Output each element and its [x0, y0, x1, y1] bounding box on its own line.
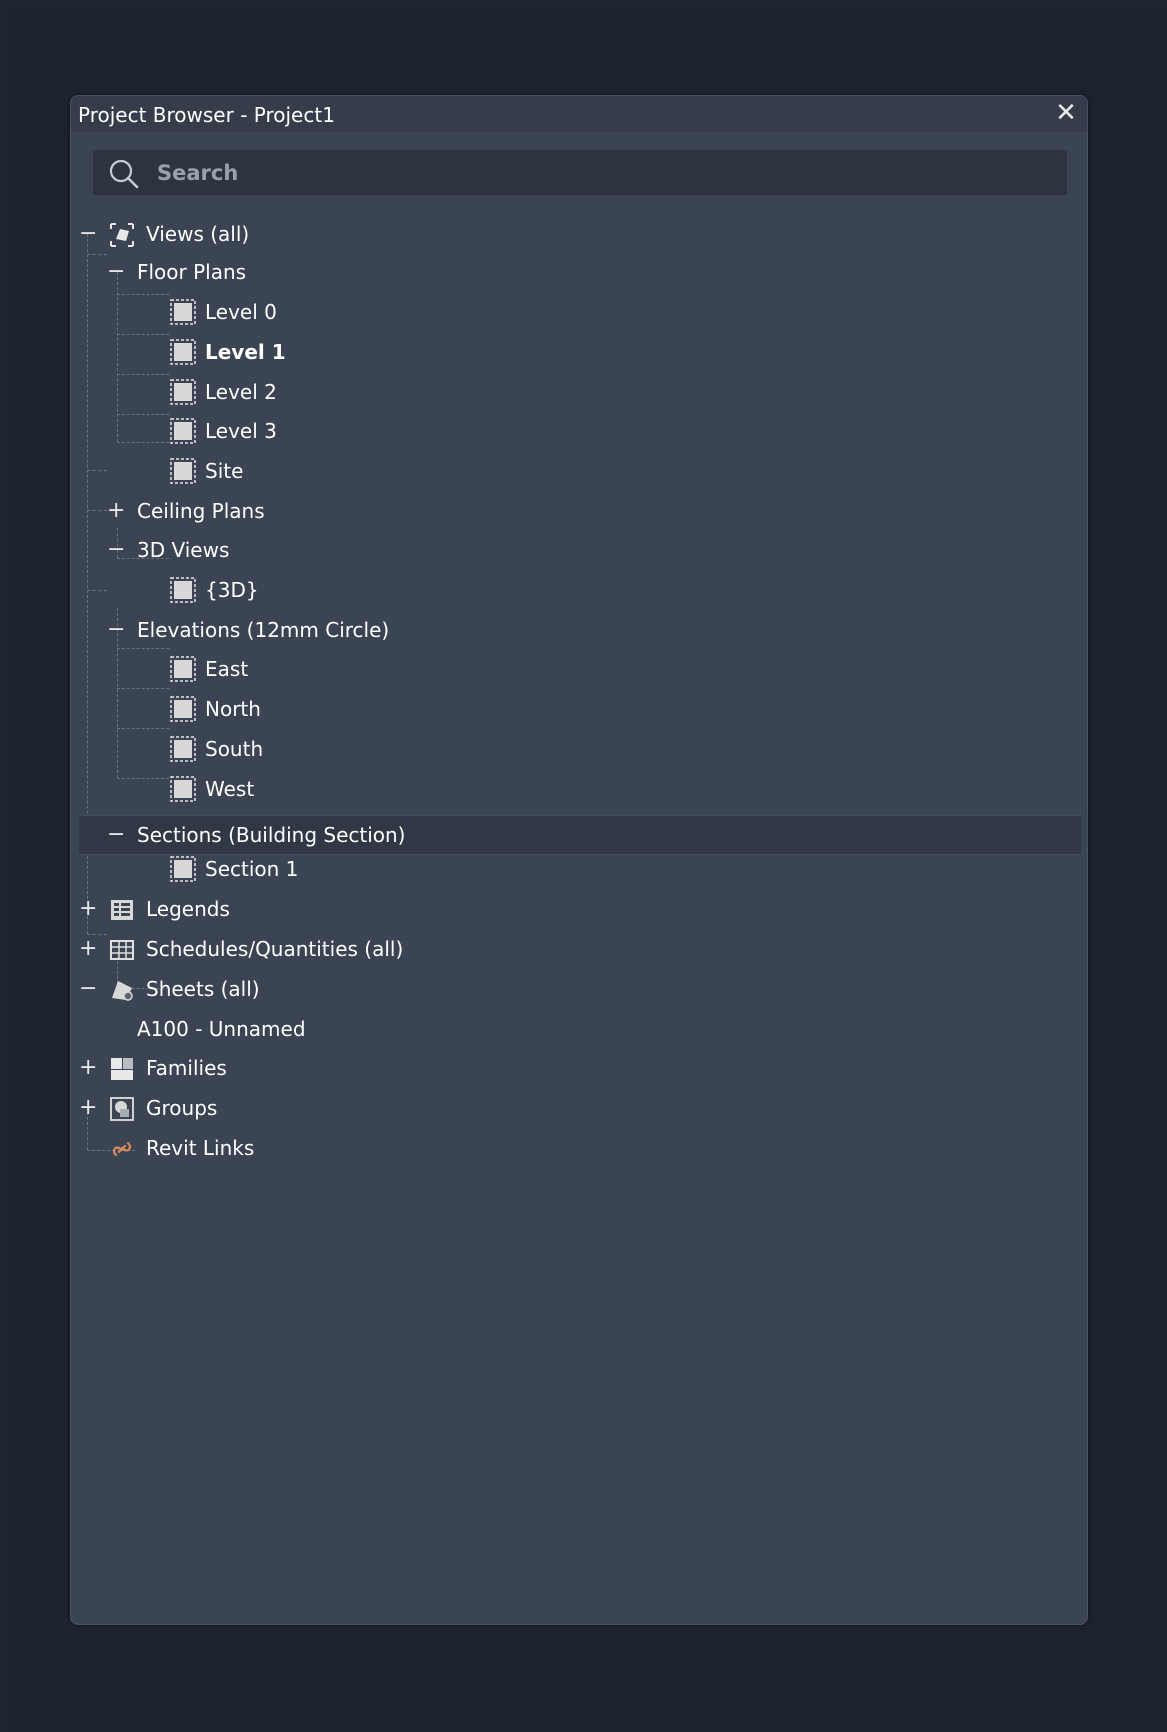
tree-item-views-all[interactable]: − Views (all) [71, 215, 1087, 255]
view-icon [170, 656, 196, 682]
tree-item-label: Level 0 [205, 300, 277, 324]
tree-item-sections[interactable]: − Sections (Building Section) [79, 815, 1081, 855]
tree-item-level-2[interactable]: Level 2 [71, 373, 1087, 413]
tree-item-label: Schedules/Quantities (all) [146, 937, 404, 961]
expand-toggle[interactable]: + [79, 1055, 97, 1081]
tree-item-schedules[interactable]: + Schedules/Quantities (all) [71, 930, 1087, 970]
tree-item-label: Floor Plans [137, 260, 247, 284]
tree-item-label: Legends [146, 897, 230, 921]
tree-item-label: Site [205, 459, 244, 483]
tree-item-south[interactable]: South [71, 730, 1087, 770]
collapse-toggle[interactable]: − [107, 822, 125, 848]
tree-item-label: Sections (Building Section) [137, 823, 406, 847]
tree-item-label: Views (all) [146, 222, 250, 246]
view-icon [170, 339, 196, 365]
tree-item-site[interactable]: Site [71, 452, 1087, 492]
tree-item-3d[interactable]: {3D} [71, 571, 1087, 611]
tree-item-level-3[interactable]: Level 3 [71, 412, 1087, 452]
tree-item-label: Level 1 [205, 340, 286, 364]
tree-item-sheet-a100[interactable]: A100 - Unnamed [71, 1010, 1087, 1050]
groups-icon [110, 1097, 134, 1121]
tree-item-sheets[interactable]: − Sheets (all) [71, 970, 1087, 1010]
tree-item-level-0[interactable]: Level 0 [71, 293, 1087, 333]
collapse-toggle[interactable]: − [107, 537, 125, 563]
tree-item-revit-links[interactable]: Revit Links [71, 1129, 1087, 1169]
tree-item-3d-views[interactable]: − 3D Views [71, 531, 1087, 571]
views-icon [110, 223, 134, 247]
tree-item-north[interactable]: North [71, 690, 1087, 730]
tree-item-east[interactable]: East [71, 650, 1087, 690]
tree-item-label: A100 - Unnamed [137, 1017, 306, 1041]
legend-icon [111, 900, 133, 920]
expand-toggle[interactable]: + [79, 1095, 97, 1121]
tree-item-elevations[interactable]: − Elevations (12mm Circle) [71, 611, 1087, 651]
families-icon [111, 1058, 133, 1080]
view-icon [170, 299, 196, 325]
project-browser-panel: Project Browser - Project1 ✕ Search − Vi… [70, 95, 1088, 1625]
view-icon [170, 379, 196, 405]
tree-item-label: Level 3 [205, 419, 277, 443]
browser-tree: − Views (all) − Floor Plans Level 0 Leve… [71, 96, 1087, 1624]
link-icon [113, 1141, 131, 1157]
tree-item-legends[interactable]: + Legends [71, 890, 1087, 930]
sheet-icon [112, 981, 133, 1001]
tree-item-ceiling-plans[interactable]: + Ceiling Plans [71, 492, 1087, 532]
tree-item-label: East [205, 657, 249, 681]
tree-item-label: Elevations (12mm Circle) [137, 618, 390, 642]
expand-toggle[interactable]: + [79, 896, 97, 922]
view-icon [170, 736, 196, 762]
tree-item-label: Groups [146, 1096, 218, 1120]
collapse-toggle[interactable]: − [107, 617, 125, 643]
collapse-toggle[interactable]: − [79, 976, 97, 1002]
view-icon [170, 458, 196, 484]
tree-item-label: Families [146, 1056, 227, 1080]
tree-item-label: West [205, 777, 255, 801]
tree-item-label: 3D Views [137, 538, 230, 562]
tree-item-west[interactable]: West [71, 770, 1087, 810]
collapse-toggle[interactable]: − [79, 221, 97, 247]
view-icon [170, 856, 196, 882]
expand-toggle[interactable]: + [79, 936, 97, 962]
tree-item-label: South [205, 737, 264, 761]
tree-item-label: Sheets (all) [146, 977, 260, 1001]
tree-item-label: Ceiling Plans [137, 499, 265, 523]
view-icon [170, 776, 196, 802]
tree-item-level-1[interactable]: Level 1 [71, 333, 1087, 373]
tree-item-floor-plans[interactable]: − Floor Plans [71, 253, 1087, 293]
view-icon [170, 418, 196, 444]
tree-item-label: North [205, 697, 261, 721]
tree-item-label: Level 2 [205, 380, 277, 404]
tree-item-label: Revit Links [146, 1136, 255, 1160]
tree-item-label: {3D} [205, 578, 259, 602]
view-icon [170, 696, 196, 722]
tree-item-label: Section 1 [205, 857, 299, 881]
collapse-toggle[interactable]: − [107, 259, 125, 285]
expand-toggle[interactable]: + [107, 498, 125, 524]
schedule-icon [110, 940, 134, 960]
tree-item-families[interactable]: + Families [71, 1049, 1087, 1089]
tree-item-groups[interactable]: + Groups [71, 1089, 1087, 1129]
view-icon [170, 577, 196, 603]
tree-item-section-1[interactable]: Section 1 [71, 850, 1087, 890]
